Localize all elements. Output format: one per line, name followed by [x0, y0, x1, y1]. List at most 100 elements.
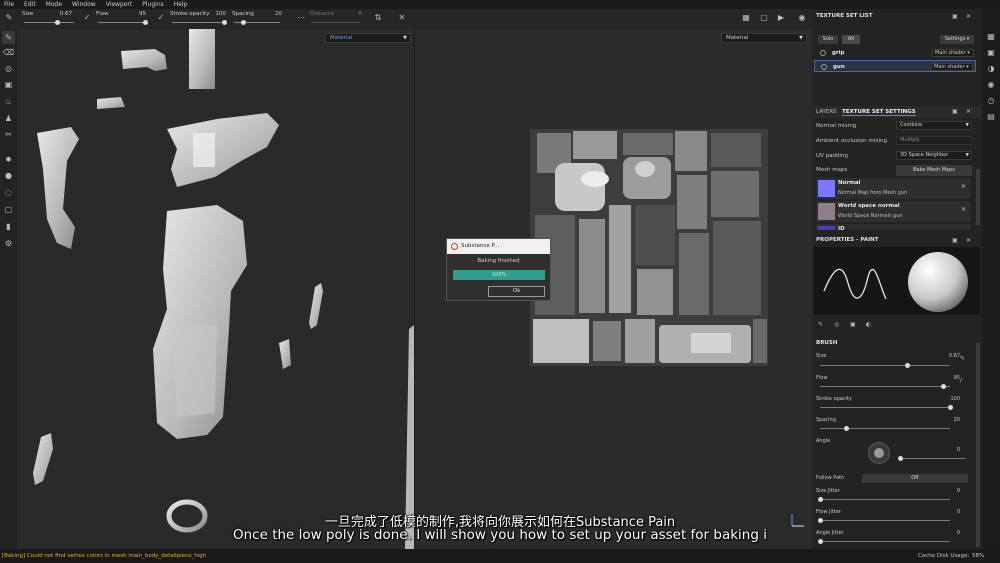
brush-spacing-slider[interactable] [820, 428, 950, 429]
color-picker-icon[interactable]: ✂ [2, 128, 15, 141]
toolbar-spacing-knob[interactable] [240, 20, 246, 25]
tab-texture-set-settings[interactable]: TEXTURE SET SETTINGS [842, 109, 916, 116]
brush-angle-slider[interactable] [900, 458, 966, 459]
shelf-icon[interactable]: ▣ [985, 47, 997, 59]
menu-help[interactable]: Help [174, 0, 188, 9]
brush-stroke-opacity-knob[interactable] [947, 405, 953, 410]
shader-select[interactable]: Main shader ▾ [931, 63, 973, 71]
size-jitter-slider[interactable] [820, 499, 950, 500]
toolbar-size-knob[interactable] [55, 20, 60, 25]
alpha-tab-icon[interactable]: ◎ [834, 321, 839, 328]
polygon-fill-icon[interactable]: ✸ [2, 153, 15, 166]
brush-size-label: Size [816, 353, 827, 359]
close-icon[interactable]: ✕ [961, 183, 966, 190]
mesh-piece-magazine-well [193, 133, 215, 167]
panel-close-icon[interactable]: ✕ [966, 235, 971, 246]
viewer-settings-icon[interactable]: ◉ [985, 79, 997, 91]
toolbar-stroke-knob[interactable] [221, 20, 227, 25]
texture-set-row-gun[interactable]: gun Main shader ▾ [814, 60, 976, 72]
brush-size-knob[interactable] [904, 363, 910, 368]
display-mode-icon[interactable]: ▦ [741, 13, 751, 23]
material-tab-icon[interactable]: ◐ [866, 321, 871, 328]
toolbar-flow-slider[interactable]: Flow 95 [94, 9, 154, 29]
projection-icon[interactable]: ◎ [2, 62, 15, 75]
mesh-map-id[interactable]: ID [816, 224, 970, 230]
menu-mode[interactable]: Mode [46, 0, 62, 9]
uv-padding-select[interactable]: 3D Space Neighbor ▼ [896, 151, 972, 160]
symmetry-icon[interactable]: ⇅ [373, 13, 383, 23]
shader-select[interactable]: Main shader ▾ [932, 49, 974, 57]
mesh-map-title: ID [838, 226, 845, 230]
cache-disk-label: Cache Disk Usage: [918, 553, 970, 559]
shelf-icon[interactable]: ▢ [2, 203, 15, 216]
brush-mode-icon[interactable]: ✎ [4, 13, 14, 23]
close-icon[interactable]: ✕ [397, 13, 407, 23]
ok-button[interactable]: Ok [488, 286, 545, 297]
menu-file[interactable]: File [4, 0, 14, 9]
pen-pressure-icon[interactable]: ✓ [82, 13, 92, 23]
close-icon[interactable]: ✕ [961, 206, 966, 213]
smudge-icon[interactable]: ♨ [2, 95, 15, 108]
follow-path-toggle[interactable]: Off [862, 474, 968, 483]
brush-stroke-opacity-slider[interactable] [820, 407, 950, 408]
log-icon[interactable]: ▤ [985, 111, 997, 123]
toolbar-size-slider[interactable]: Size 0.67 [20, 9, 80, 29]
panel-close-icon[interactable]: ✕ [966, 108, 971, 115]
mesh-map-world-space-normal[interactable]: World space normal World Space Normals g… [816, 201, 970, 222]
panel-float-icon[interactable]: ▣ [952, 11, 958, 22]
menu-window[interactable]: Window [72, 0, 96, 9]
bake-icon[interactable]: ○ [2, 186, 15, 199]
tab-layers[interactable]: LAYERS [816, 109, 837, 115]
bake-mesh-maps-button[interactable]: Bake Mesh Maps [896, 165, 972, 176]
mesh-map-normal[interactable]: Normal Normal Map from Mesh gun ✕ [816, 178, 970, 199]
brush-flow-slider[interactable] [820, 386, 950, 387]
geometry-mask-icon[interactable]: ▣ [2, 78, 15, 91]
size-jitter-knob[interactable] [818, 497, 823, 502]
toolbar-distance-slider[interactable]: Distance 6 [308, 9, 366, 29]
pen-pressure-icon[interactable]: ✎ [960, 355, 965, 362]
normal-mixing-select[interactable]: Combine ▼ [896, 121, 972, 130]
brush-angle-knob[interactable] [898, 456, 903, 461]
brush-spacing-knob[interactable] [843, 426, 849, 431]
ao-mixing-select[interactable]: Multiply [896, 136, 972, 145]
document-icon[interactable]: ▮ [2, 220, 15, 233]
toolbar-flow-knob[interactable] [143, 20, 148, 25]
texture-set-row-grip[interactable]: grip Main shader ▾ [814, 47, 976, 59]
all-button[interactable]: All [842, 35, 860, 44]
brush-tab-icon[interactable]: ✎ [818, 321, 823, 328]
solo-button[interactable]: Solo [818, 35, 838, 44]
angle-dial[interactable] [868, 442, 890, 464]
video-camera-icon[interactable]: ▶ [776, 13, 786, 23]
material-sphere-preview-icon [908, 252, 968, 312]
viewport-3d[interactable]: Material ▼ [17, 29, 414, 549]
display-settings-icon[interactable]: ◑ [985, 63, 997, 75]
menu-plugins[interactable]: Plugins [142, 0, 164, 9]
paint-brush-icon[interactable]: ✎ [2, 31, 15, 44]
settings-icon[interactable]: ⚙ [2, 237, 15, 250]
toolbar-spacing-slider[interactable]: Spacing 20 [230, 9, 284, 29]
lazy-mouse-icon[interactable]: ⋯ [296, 13, 306, 23]
menu-viewport[interactable]: Viewport [106, 0, 133, 9]
settings-button[interactable]: Settings ▾ [940, 35, 974, 44]
panel-float-icon[interactable]: ▣ [952, 235, 958, 246]
eraser-icon[interactable]: ⌫ [2, 46, 15, 59]
visibility-radio-icon[interactable] [821, 64, 827, 70]
toolbar-stroke-opacity-slider[interactable]: Stroke opacity 100 [168, 9, 230, 29]
pen-pressure-icon[interactable]: ∕ [960, 377, 962, 384]
flow-pressure-icon[interactable]: ✓ [156, 13, 166, 23]
camera-icon[interactable]: ◉ [797, 13, 807, 23]
physics-icon[interactable]: ● [2, 169, 15, 182]
cube-icon[interactable]: ▢ [759, 13, 769, 23]
brush-flow-knob[interactable] [941, 384, 946, 389]
panel-close-icon[interactable]: ✕ [966, 11, 971, 22]
dialog-titlebar[interactable]: Substance P... [447, 239, 550, 254]
stencil-tab-icon[interactable]: ▣ [850, 321, 856, 328]
grid-icon[interactable]: ▦ [985, 31, 997, 43]
panel-float-icon[interactable]: ▣ [952, 108, 958, 115]
brush-size-slider[interactable] [820, 365, 950, 366]
clone-icon[interactable]: ♟ [2, 112, 15, 125]
scrollbar[interactable] [976, 169, 980, 225]
history-icon[interactable]: ◷ [985, 95, 997, 107]
visibility-radio-icon[interactable] [820, 50, 826, 56]
menu-edit[interactable]: Edit [24, 0, 36, 9]
